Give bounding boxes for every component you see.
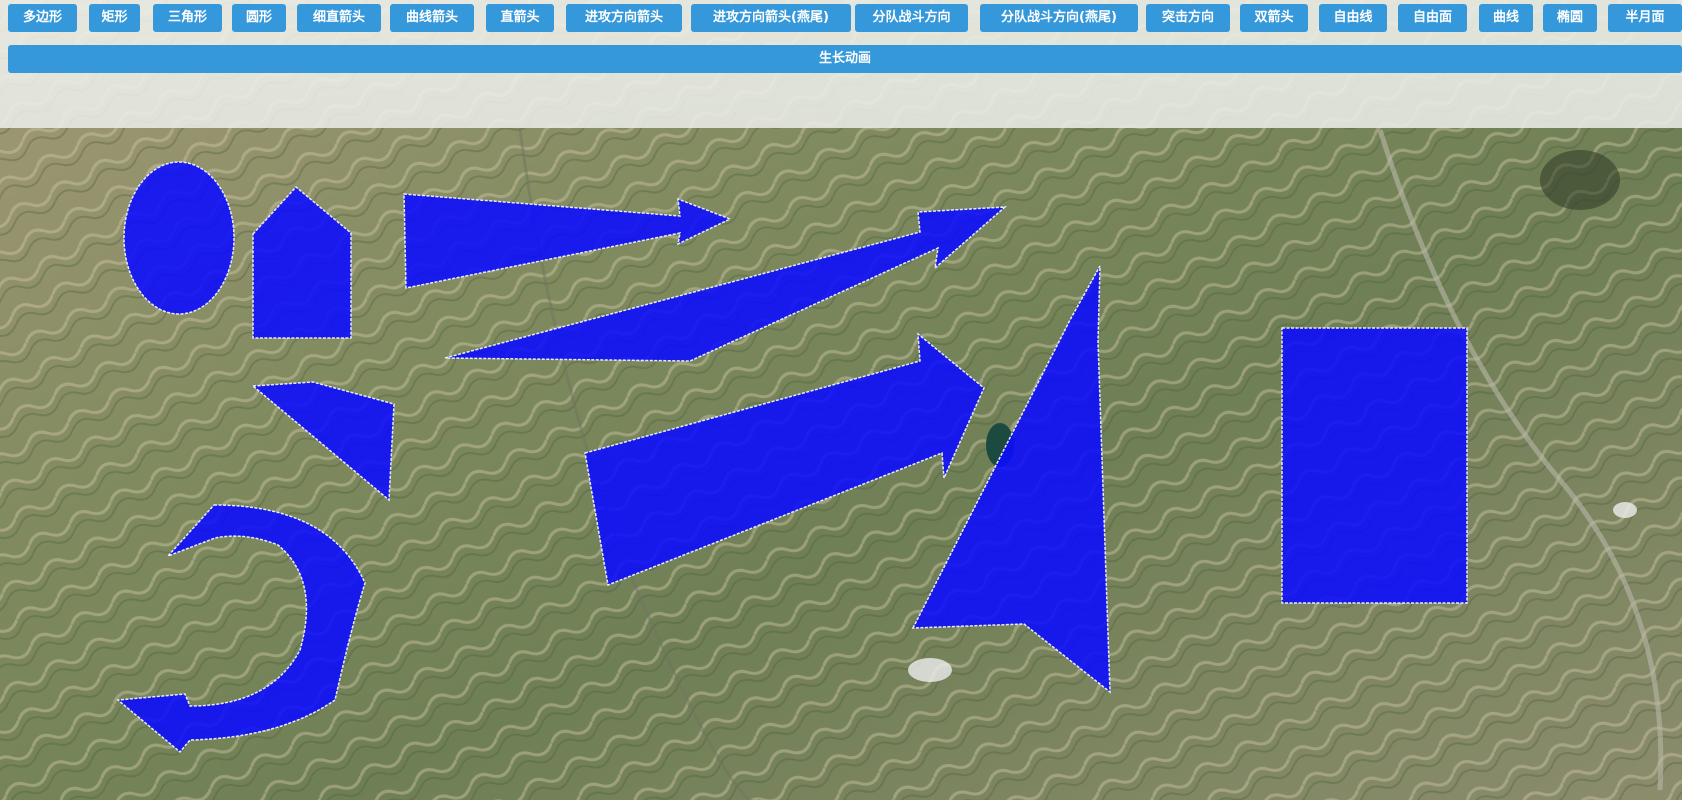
cloud: [908, 658, 952, 682]
free-line-button[interactable]: 自由线: [1319, 4, 1387, 32]
ellipse-shape[interactable]: [123, 161, 235, 315]
growth-animation-button[interactable]: 生长动画: [8, 45, 1682, 73]
forest-patch: [1540, 150, 1620, 210]
polygon-button[interactable]: 多边形: [8, 4, 77, 32]
ellipse-button[interactable]: 椭圆: [1543, 4, 1597, 32]
squad-combat-button[interactable]: 分队战斗方向: [855, 4, 968, 32]
half-moon-button[interactable]: 半月面: [1608, 4, 1682, 32]
free-surface-button[interactable]: 自由面: [1398, 4, 1467, 32]
squad-combat-swallowtail-button[interactable]: 分队战斗方向(燕尾): [980, 4, 1138, 32]
circle-button[interactable]: 圆形: [232, 4, 286, 32]
thin-straight-arrow-button[interactable]: 细直箭头: [297, 4, 381, 32]
assault-direction-button[interactable]: 突击方向: [1146, 4, 1230, 32]
cloud: [1613, 502, 1637, 518]
rectangle-shape[interactable]: [1281, 327, 1468, 604]
triangle-button[interactable]: 三角形: [153, 4, 222, 32]
plot-toolbar: 多边形 矩形 三角形 圆形 细直箭头 曲线箭头 直箭头 进攻方向箭头 进攻方向箭…: [8, 4, 1682, 34]
attack-arrow-button[interactable]: 进攻方向箭头: [566, 4, 682, 32]
curved-arrow-button[interactable]: 曲线箭头: [390, 4, 474, 32]
attack-arrow-swallowtail-button[interactable]: 进攻方向箭头(燕尾): [691, 4, 851, 32]
double-arrow-button[interactable]: 双箭头: [1240, 4, 1308, 32]
straight-arrow-button[interactable]: 直箭头: [486, 4, 554, 32]
rectangle-button[interactable]: 矩形: [89, 4, 140, 32]
curve-button[interactable]: 曲线: [1479, 4, 1533, 32]
